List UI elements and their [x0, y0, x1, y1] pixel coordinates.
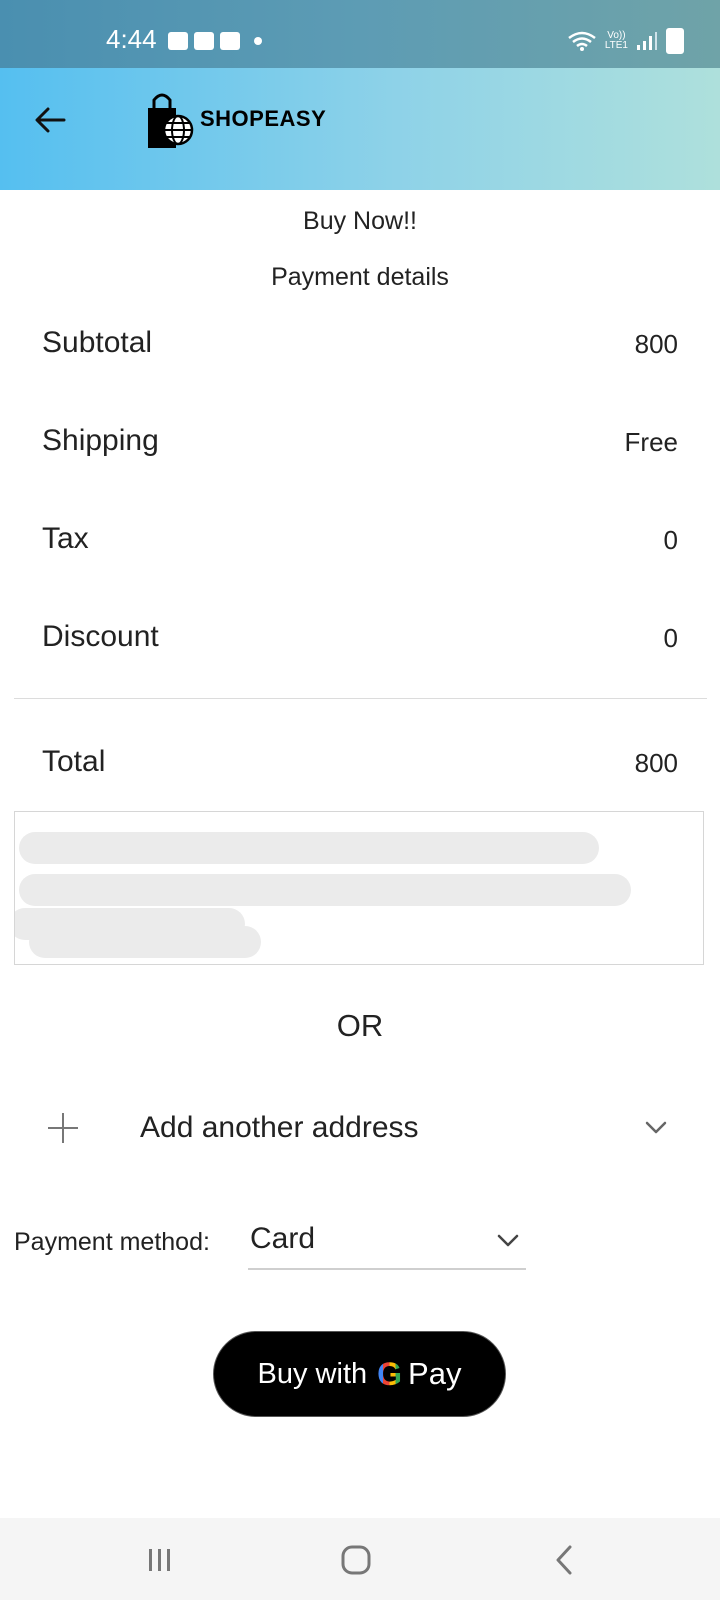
google-g-icon: G: [377, 1355, 403, 1392]
status-time: 4:44: [106, 24, 157, 54]
subtotal-value: 800: [634, 329, 678, 359]
chevron-down-icon[interactable]: [644, 1115, 668, 1139]
volte-icon: Vo)) LTE1: [605, 31, 628, 51]
section-title: Payment details: [271, 263, 449, 291]
wifi-icon: [568, 31, 596, 51]
more-notifications-icon: [254, 37, 262, 45]
home-icon: [341, 1545, 371, 1575]
redacted-text: [29, 926, 261, 958]
payment-method-value: Card: [250, 1222, 316, 1255]
signal-icon: [637, 32, 657, 50]
brand-name: SHOPEASY: [200, 106, 327, 131]
notification-icons: [168, 32, 262, 50]
network-label: LTE1: [604, 40, 628, 51]
discount-label: Discount: [42, 620, 159, 653]
tax-value: 0: [663, 525, 678, 555]
total-value: 800: [634, 748, 678, 778]
redacted-text: [19, 832, 599, 864]
shipping-value: Free: [624, 427, 678, 457]
chevron-left-icon: [556, 1545, 572, 1575]
total-label: Total: [42, 745, 106, 778]
shopping-bag-globe-icon: [148, 93, 194, 148]
gallery-icon: [168, 32, 188, 50]
status-bar: 4:44 Vo)) LTE1: [0, 0, 720, 68]
gpay-prefix: Buy with: [257, 1357, 368, 1390]
back-button[interactable]: [28, 98, 72, 142]
app-bar: SHOPEASY: [0, 68, 720, 190]
payment-method-select[interactable]: Card: [248, 1208, 526, 1270]
recents-icon: [149, 1549, 170, 1571]
redacted-text: [19, 874, 631, 906]
chevron-down-icon: [497, 1234, 519, 1247]
system-icons: Vo)) LTE1: [567, 28, 684, 54]
add-address-label: Add another address: [140, 1111, 419, 1144]
discount-value: 0: [663, 623, 678, 653]
back-nav-button[interactable]: [542, 1538, 586, 1582]
add-address-row[interactable]: Add another address: [0, 1085, 720, 1175]
address-card[interactable]: [14, 811, 704, 965]
shipping-label: Shipping: [42, 424, 159, 457]
arrow-left-icon: [35, 107, 66, 133]
system-nav-bar: [0, 1518, 720, 1600]
recents-button[interactable]: [138, 1538, 182, 1582]
gpay-suffix: Pay: [408, 1356, 462, 1391]
battery-icon: [666, 28, 684, 54]
payment-method-label: Payment method:: [14, 1228, 210, 1256]
summary-divider: [14, 698, 707, 699]
mail-icon: [194, 32, 214, 50]
page-title: Buy Now!!: [303, 207, 417, 235]
youtube-icon: [220, 32, 240, 50]
buy-with-gpay-button[interactable]: Buy with G Pay: [213, 1331, 506, 1417]
plus-icon: [46, 1111, 80, 1145]
subtotal-label: Subtotal: [42, 326, 153, 359]
tax-label: Tax: [42, 522, 89, 555]
home-button[interactable]: [334, 1538, 378, 1582]
or-separator: OR: [336, 1008, 384, 1043]
